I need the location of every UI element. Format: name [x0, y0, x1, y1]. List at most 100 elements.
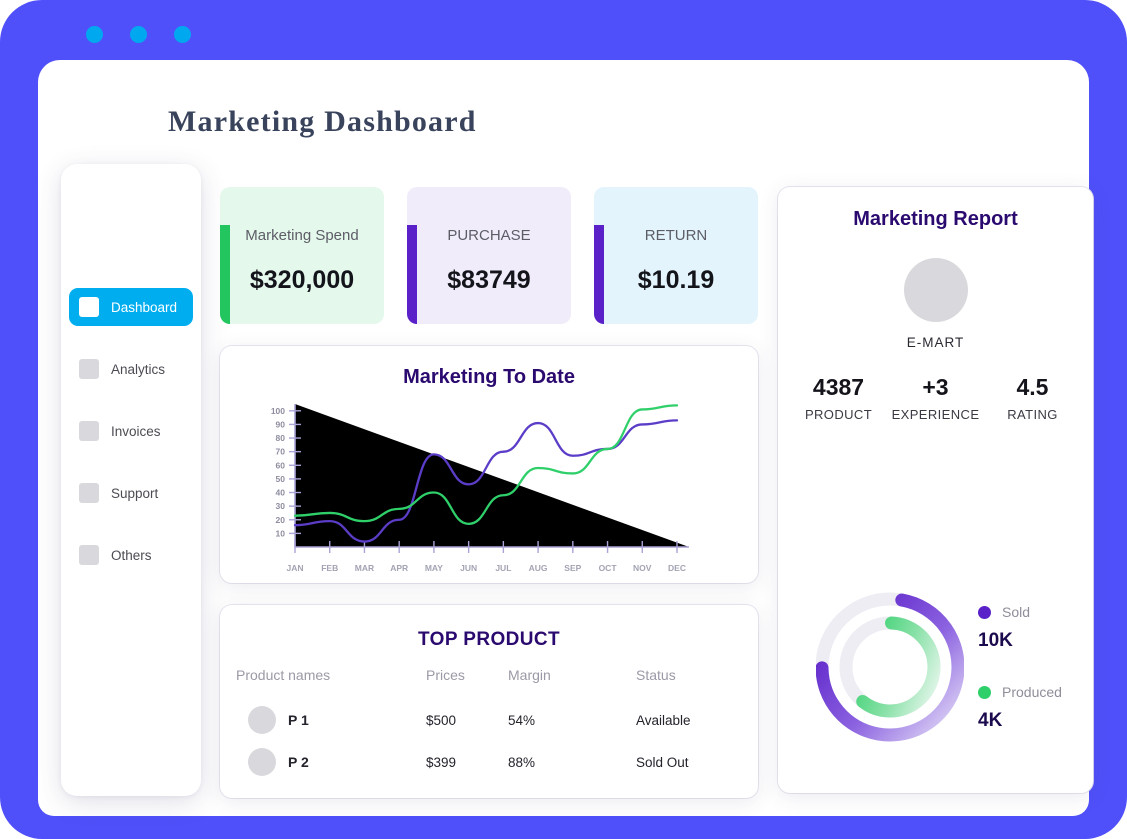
stat-card-return[interactable]: RETURN $10.19: [594, 187, 758, 324]
accent-bar: [594, 225, 604, 324]
sidebar-item-label: Invoices: [111, 423, 161, 439]
window-dot-1-icon[interactable]: [86, 26, 103, 43]
report-title: Marketing Report: [853, 208, 1018, 230]
cell-price: $500: [426, 712, 457, 728]
legend-label: Produced: [1002, 684, 1062, 700]
svg-text:FEB: FEB: [321, 563, 338, 573]
accent-bar: [407, 225, 417, 324]
column-header-prices: Prices: [426, 667, 465, 683]
marketing-chart-card: Marketing To Date 10 20 30 40 50 60 70 80 90 100 …: [220, 346, 758, 583]
square-icon: [79, 359, 99, 379]
stat-card-marketing-spend[interactable]: Marketing Spend $320,000: [220, 187, 384, 324]
main-content: Marketing Spend $320,000 PURCHASE $83749…: [220, 187, 758, 798]
donut-section: Sold 10K Produced 4K: [778, 582, 1093, 772]
square-icon: [79, 421, 99, 441]
avatar: [248, 748, 276, 776]
svg-text:MAY: MAY: [425, 563, 443, 573]
chart-title: Marketing To Date: [403, 366, 575, 388]
column-header-margin: Margin: [508, 667, 551, 683]
stat-label: PRODUCT: [804, 407, 873, 422]
svg-text:40: 40: [276, 488, 286, 498]
svg-text:JUL: JUL: [495, 563, 511, 573]
stat-value: 4387: [812, 374, 865, 400]
legend-dot-icon: [978, 605, 991, 619]
stat-label: EXPERIENCE: [891, 407, 980, 422]
window-titlebar: [0, 0, 1127, 60]
sidebar-item-label: Analytics: [111, 361, 166, 377]
svg-text:20: 20: [276, 515, 286, 525]
line-chart[interactable]: 10 20 30 40 50 60 70 80 90 100 JAN FEB MAR APR MAY JUN…: [220, 392, 758, 582]
brand-avatar: [903, 258, 968, 322]
donut-legend: Sold 10K Produced 4K: [978, 604, 1062, 732]
svg-text:JUN: JUN: [460, 563, 477, 573]
stat-value: +3: [922, 374, 949, 400]
stat-label: RETURN: [644, 227, 708, 244]
top-product-table: Product names Prices Margin Status P 1 $…: [236, 667, 742, 783]
svg-text:50: 50: [276, 474, 286, 484]
sidebar-item-analytics[interactable]: Analytics: [69, 350, 193, 388]
report-stats-row: 4387 PRODUCT +3 EXPERIENCE 4.5 RATING: [778, 374, 1093, 422]
stat-card-purchase[interactable]: PURCHASE $83749: [407, 187, 571, 324]
page-surface: Marketing Dashboard Dashboard Analytics …: [38, 60, 1093, 816]
svg-text:APR: APR: [390, 563, 408, 573]
legend-value: 10K: [978, 630, 1013, 651]
square-icon: [79, 483, 99, 503]
svg-text:30: 30: [276, 501, 286, 511]
svg-text:JAN: JAN: [286, 563, 303, 573]
report-stat-experience: +3 EXPERIENCE: [887, 374, 984, 422]
product-name-text: P 2: [288, 754, 309, 770]
report-stat-product: 4387 PRODUCT: [790, 374, 887, 422]
sidebar-item-label: Dashboard: [111, 299, 178, 315]
svg-text:90: 90: [276, 419, 286, 429]
svg-text:80: 80: [276, 433, 286, 443]
svg-text:70: 70: [276, 447, 286, 457]
stat-label: PURCHASE: [447, 227, 531, 244]
window-dot-2-icon[interactable]: [130, 26, 147, 43]
product-name-text: P 1: [288, 712, 309, 728]
cell-status: Sold Out: [636, 754, 689, 770]
stat-label: RATING: [1007, 407, 1058, 422]
stat-label: Marketing Spend: [245, 227, 359, 244]
sidebar-item-label: Support: [111, 485, 159, 501]
sidebar-item-others[interactable]: Others: [69, 536, 193, 574]
square-icon: [79, 545, 99, 565]
top-product-card: TOP PRODUCT Product names Prices Margin …: [220, 605, 758, 798]
avatar: [248, 706, 276, 734]
square-icon: [79, 297, 99, 317]
cell-product-name: P 1: [236, 699, 426, 741]
sidebar-item-support[interactable]: Support: [69, 474, 193, 512]
sidebar-item-invoices[interactable]: Invoices: [69, 412, 193, 450]
stat-value: $320,000: [249, 266, 355, 294]
table-row[interactable]: P 2 $399 88% Sold Out: [236, 741, 742, 783]
page-title: Marketing Dashboard: [168, 105, 477, 138]
cell-status: Available: [636, 712, 691, 728]
legend-label: Sold: [1002, 604, 1031, 620]
svg-text:60: 60: [276, 460, 286, 470]
cell-margin: 54%: [508, 712, 536, 728]
cell-price: $399: [426, 754, 457, 770]
svg-text:DEC: DEC: [668, 563, 686, 573]
svg-text:10: 10: [276, 528, 286, 538]
svg-text:MAR: MAR: [355, 563, 374, 573]
marketing-report-panel: Marketing Report E-MART 4387 PRODUCT +3 …: [778, 187, 1093, 793]
stat-value: $83749: [447, 266, 531, 294]
donut-chart[interactable]: [815, 582, 965, 757]
svg-text:AUG: AUG: [529, 563, 548, 573]
legend-entry-produced: Produced 4K: [978, 684, 1062, 732]
legend-dot-icon: [978, 685, 991, 699]
table-title: TOP PRODUCT: [418, 629, 560, 650]
column-header-product-names: Product names: [236, 667, 331, 683]
sidebar-item-dashboard[interactable]: Dashboard: [69, 288, 193, 326]
svg-text:NOV: NOV: [633, 563, 652, 573]
report-stat-rating: 4.5 RATING: [984, 374, 1081, 422]
stat-cards-row: Marketing Spend $320,000 PURCHASE $83749…: [220, 187, 758, 324]
cell-product-name: P 2: [236, 741, 426, 783]
window-dot-3-icon[interactable]: [174, 26, 191, 43]
cell-margin: 88%: [508, 754, 536, 770]
table-row[interactable]: P 1 $500 54% Available: [236, 699, 742, 741]
svg-text:100: 100: [271, 406, 285, 416]
svg-text:OCT: OCT: [599, 563, 618, 573]
accent-bar: [220, 225, 230, 324]
legend-value: 4K: [978, 710, 1003, 731]
sidebar-nav: Dashboard Analytics Invoices Support Oth…: [61, 288, 201, 598]
